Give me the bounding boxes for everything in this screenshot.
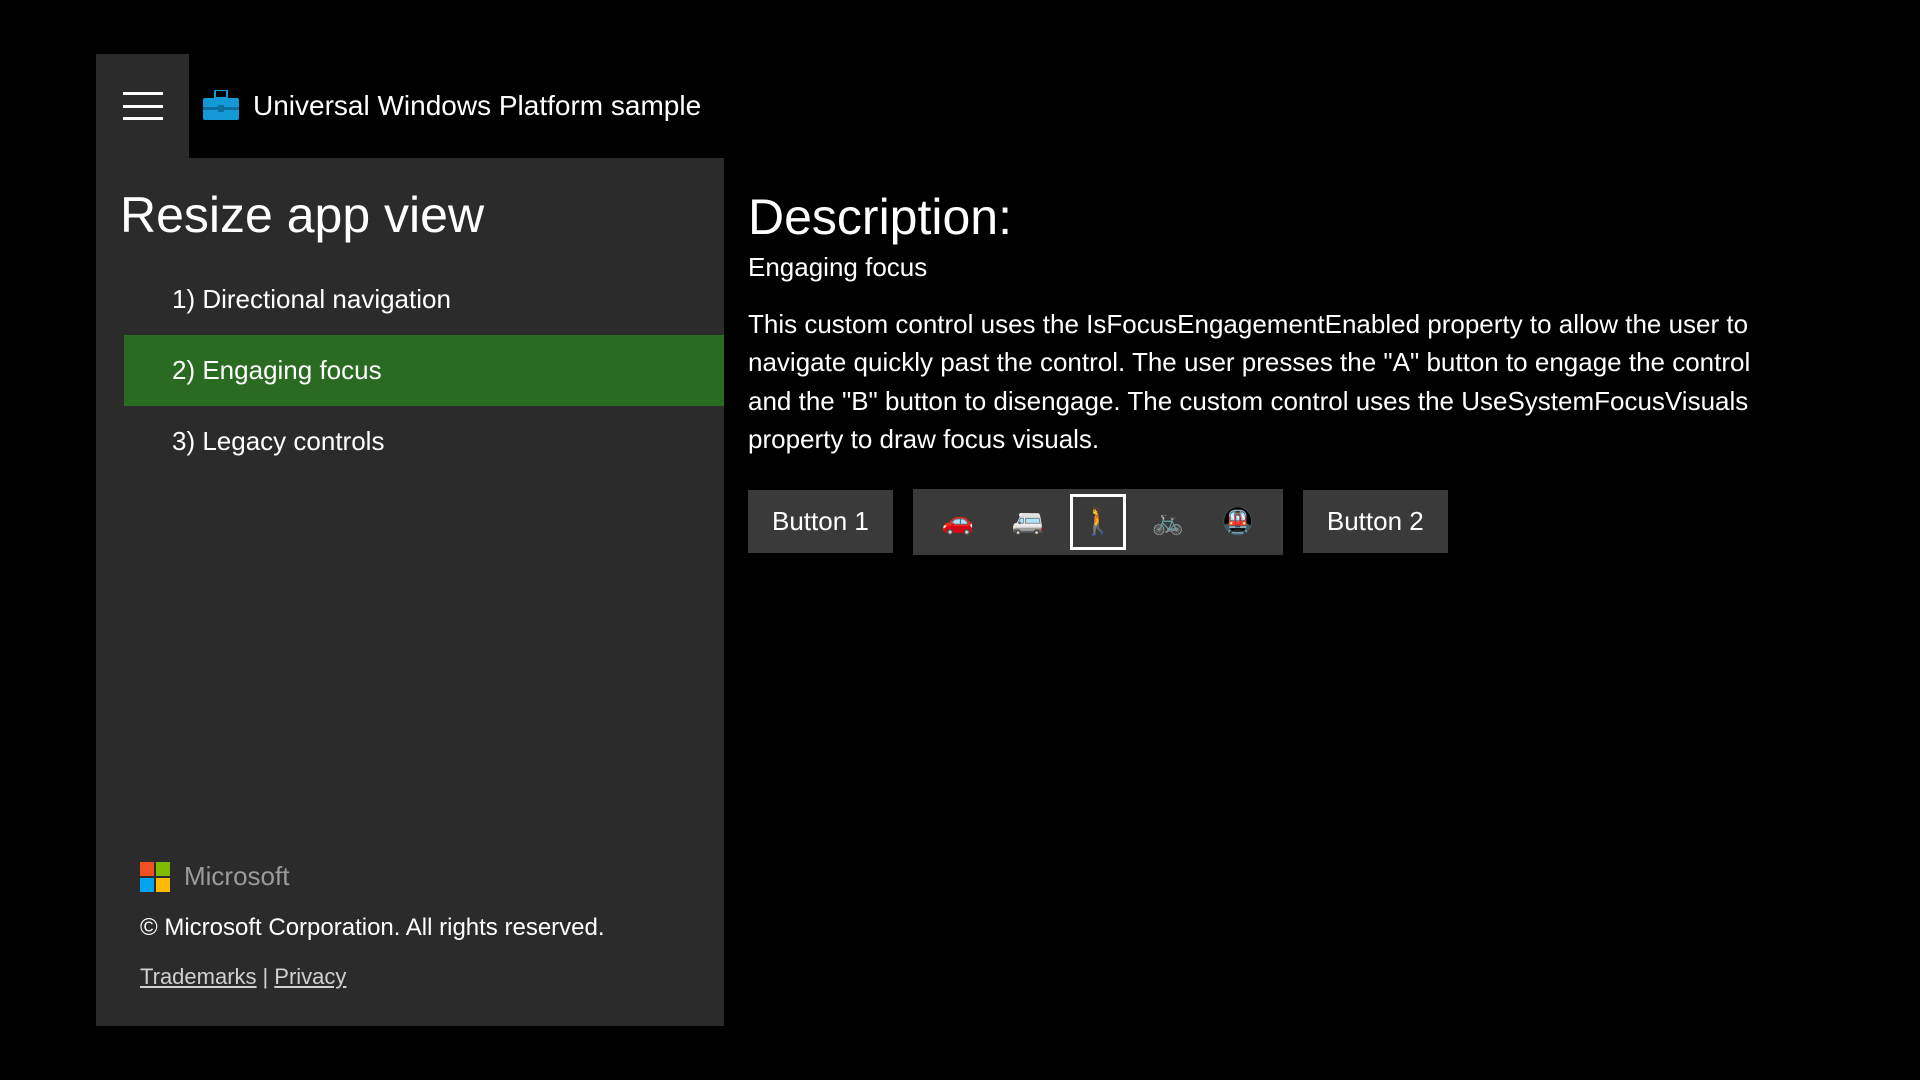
description-body: This custom control uses the IsFocusEnga… (748, 305, 1768, 459)
sidebar-item-label: 3) Legacy controls (172, 426, 384, 456)
van-icon[interactable]: 🚐 (1007, 501, 1049, 543)
sidebar-item-label: 2) Engaging focus (172, 355, 382, 385)
description-subheading: Engaging focus (748, 252, 1780, 283)
sidebar-footer: Microsoft © Microsoft Corporation. All r… (96, 837, 724, 1026)
app-body: Resize app view 1) Directional navigatio… (96, 158, 1820, 1026)
description-heading: Description: (748, 188, 1780, 246)
button-2[interactable]: Button 2 (1303, 490, 1448, 553)
footer-links: Trademarks|Privacy (140, 964, 694, 990)
vendor-line: Microsoft (140, 861, 694, 892)
metro-icon[interactable]: 🚇 (1217, 501, 1259, 543)
vendor-name: Microsoft (184, 861, 289, 892)
main-content: Description: Engaging focus This custom … (724, 158, 1820, 1026)
car-icon[interactable]: 🚗 (937, 501, 979, 543)
header: Universal Windows Platform sample (96, 54, 1820, 158)
button-1[interactable]: Button 1 (748, 490, 893, 553)
app-shell: Universal Windows Platform sample Resize… (96, 54, 1820, 1026)
hamburger-button[interactable] (96, 54, 189, 158)
sidebar-title: Resize app view (96, 176, 724, 264)
bicycle-icon[interactable]: 🚲 (1147, 501, 1189, 543)
microsoft-logo-icon (140, 862, 170, 892)
sidebar-item-legacy-controls[interactable]: 3) Legacy controls (124, 406, 724, 477)
button-row: Button 1 🚗 🚐 🚶 🚲 🚇 Button 2 (748, 489, 1780, 555)
trademarks-link[interactable]: Trademarks (140, 964, 257, 989)
copyright-text: © Microsoft Corporation. All rights rese… (140, 914, 694, 942)
sidebar-item-label: 1) Directional navigation (172, 284, 451, 314)
sidebar-item-directional-navigation[interactable]: 1) Directional navigation (124, 264, 724, 335)
sidebar-item-engaging-focus[interactable]: 2) Engaging focus (124, 335, 724, 406)
hamburger-icon (123, 92, 163, 120)
sidebar-items: 1) Directional navigation 2) Engaging fo… (96, 264, 724, 477)
toolbox-icon (201, 90, 241, 122)
link-separator: | (263, 964, 269, 989)
privacy-link[interactable]: Privacy (274, 964, 346, 989)
sidebar: Resize app view 1) Directional navigatio… (96, 158, 724, 1026)
pedestrian-icon[interactable]: 🚶 (1077, 501, 1119, 543)
app-title: Universal Windows Platform sample (253, 90, 701, 122)
custom-focus-control[interactable]: 🚗 🚐 🚶 🚲 🚇 (913, 489, 1283, 555)
